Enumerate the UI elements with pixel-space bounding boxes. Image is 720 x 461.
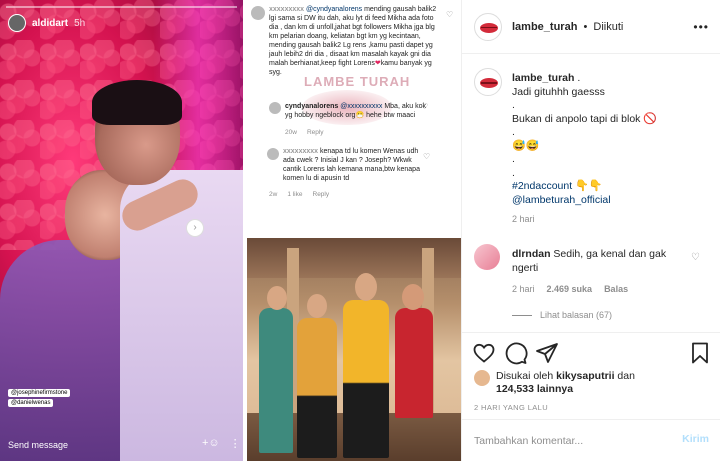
story-time: 5h <box>74 17 86 29</box>
caption-line: Bukan di anpolo tapi di blok 🚫 <box>512 112 658 125</box>
caption-username[interactable]: lambe_turah <box>512 72 574 84</box>
caption-avatar[interactable] <box>474 68 502 96</box>
person-man <box>343 300 389 458</box>
comment-body: dlrndan Sedih, ga kenal dan gak ngerti <box>512 248 692 275</box>
profile-avatar[interactable] <box>474 12 502 41</box>
story-icons: +☺ ⋮ <box>202 437 241 450</box>
story-progress-bar <box>6 6 237 8</box>
point-down-icon: 👇👇 <box>575 180 603 192</box>
post-header: lambe_turah • Diikuti ••• <box>462 0 720 54</box>
caption-body: lambe_turah . Jadi gituhhh gaesss . Buka… <box>512 72 712 227</box>
caption-line: . <box>512 99 515 111</box>
face <box>267 286 287 310</box>
watermark-text: LAMBE TURAH <box>304 74 411 89</box>
caption-line: 😅😅 <box>512 140 712 154</box>
header-separator: • <box>583 20 588 33</box>
comment-avatar <box>267 148 279 160</box>
header-username[interactable]: lambe_turah <box>512 21 577 33</box>
comment-heart-icon[interactable]: ♡ <box>691 252 700 263</box>
reply-meta: 20w Reply <box>285 129 324 136</box>
story-user: aldidart 5h <box>8 14 85 32</box>
liker-avatar[interactable] <box>474 370 490 386</box>
person-green <box>259 308 293 453</box>
likes-text: Disukai oleh kikysaputrii dan 124,533 la… <box>496 370 635 395</box>
follow-status[interactable]: Diikuti <box>593 21 623 33</box>
lips-line <box>481 26 497 28</box>
heart-icon[interactable] <box>472 341 496 365</box>
comment-meta: 2 hari 2.469 suka Balas <box>512 284 712 294</box>
post-sidebar: lambe_turah • Diikuti ••• lambe_turah . … <box>461 0 720 461</box>
story-avatar <box>8 14 26 32</box>
post-date[interactable]: 2 HARI YANG LALU <box>474 403 548 412</box>
likes-count[interactable]: 124,533 lainnya <box>496 383 573 395</box>
comment-time[interactable]: 2 hari <box>512 284 535 294</box>
reply-meta: 2w 1 like Reply <box>269 191 330 198</box>
group-photo <box>247 238 461 461</box>
mention-link[interactable]: @lambeturah_official <box>512 194 712 208</box>
comment-likes[interactable]: 2.469 suka <box>547 284 593 294</box>
story-screenshot: aldidart 5h @josephinefirmstone @danielw… <box>0 0 243 461</box>
person-yellow <box>297 318 337 458</box>
divider <box>512 314 532 316</box>
caption-line: . <box>512 126 515 138</box>
story-username: aldidart <box>32 17 69 29</box>
caption-line: . <box>512 166 515 179</box>
reply-button[interactable]: Balas <box>604 284 628 294</box>
heart-icon: ♡ <box>446 10 454 19</box>
comment-text: xxxxxxxxx @cyndyanalorens mending gausah… <box>269 6 437 76</box>
caption-line: . <box>512 153 515 165</box>
likes-summary: Disukai oleh kikysaputrii dan 124,533 la… <box>474 370 635 396</box>
heart-icon: ♡ <box>423 152 431 161</box>
comment-icon[interactable] <box>504 341 528 365</box>
story-tag: @danielwenas <box>8 399 54 407</box>
comment-avatar[interactable] <box>474 244 500 270</box>
person-red <box>395 308 433 418</box>
hashtag-link[interactable]: #2ndaccount <box>512 180 572 192</box>
liker-username[interactable]: kikysaputrii <box>556 370 614 382</box>
post-comment-button[interactable]: Kirim <box>682 433 709 445</box>
caption-line: Jadi gituhhh gaesss <box>512 85 605 98</box>
bookmark-icon[interactable] <box>688 341 712 365</box>
comment-avatar <box>269 102 281 114</box>
view-replies[interactable]: Lihat balasan (67) <box>512 310 612 320</box>
comment-avatar <box>251 6 265 20</box>
caption-time[interactable]: 2 hari <box>512 213 712 227</box>
comment-username[interactable]: dlrndan <box>512 248 551 260</box>
reply-text: xxxxxxxxx kenapa td lu komen Wenas udh a… <box>283 148 420 182</box>
heart-icon: ♡ <box>421 102 429 111</box>
next-arrow-icon[interactable]: › <box>186 219 204 237</box>
comment-input[interactable] <box>474 432 664 450</box>
add-person-icon: +☺ <box>202 437 220 449</box>
story-tag: @josephinefirmstone <box>8 389 71 397</box>
lips-line <box>481 82 497 84</box>
grin-sweat-emoji-icon: 😅😅 <box>512 139 540 152</box>
comment-screenshot: xxxxxxxxx @cyndyanalorens mending gausah… <box>247 0 461 230</box>
face <box>307 294 327 318</box>
header-text: lambe_turah • Diikuti <box>512 21 623 33</box>
send-message-label: Send message <box>8 440 69 450</box>
post-media: aldidart 5h @josephinefirmstone @danielw… <box>0 0 461 461</box>
story-tags: @josephinefirmstone @danielwenas <box>8 389 71 407</box>
reply-text: cyndyanalorens @xxxxxxxxxx Mba, aku kok … <box>285 103 426 119</box>
more-icon[interactable]: ••• <box>693 20 709 34</box>
add-comment-bar: Kirim <box>462 419 720 461</box>
man-hair <box>92 80 182 125</box>
view-replies-label[interactable]: Lihat balasan (67) <box>540 310 612 320</box>
face <box>355 273 377 301</box>
action-bar <box>462 332 720 372</box>
share-icon[interactable] <box>535 341 559 365</box>
face <box>402 284 424 310</box>
no-entry-icon: 🚫 <box>643 112 658 125</box>
more-vertical-icon: ⋮ <box>229 438 241 450</box>
caption-line: #2ndaccount 👇👇 <box>512 180 712 194</box>
